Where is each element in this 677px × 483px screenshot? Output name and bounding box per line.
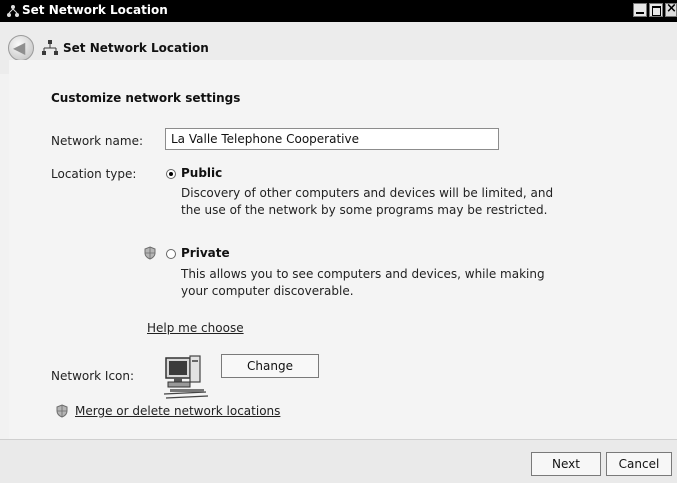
- public-option-title: Public: [181, 166, 223, 180]
- private-desc-line-1: This allows you to see computers and dev…: [181, 267, 545, 281]
- network-name-input[interactable]: [165, 128, 499, 150]
- set-network-location-window: Set Network Location × ◀ Set Network Loc…: [0, 0, 677, 483]
- close-icon: ×: [666, 1, 677, 16]
- section-heading: Customize network settings: [51, 91, 241, 105]
- merge-delete-locations-link[interactable]: Merge or delete network locations: [75, 404, 280, 418]
- private-desc-line-2: your computer discoverable.: [181, 284, 354, 298]
- public-radio[interactable]: [166, 169, 176, 179]
- content-panel: Customize network settings Network name:…: [9, 60, 677, 439]
- location-type-label: Location type:: [51, 167, 137, 181]
- network-icon: [42, 40, 58, 55]
- window-controls: ×: [633, 1, 677, 19]
- title-bar[interactable]: Set Network Location ×: [0, 0, 677, 22]
- network-icon-label: Network Icon:: [51, 369, 135, 383]
- shield-icon: [144, 246, 156, 260]
- network-icon: [7, 5, 19, 17]
- wizard-title: Set Network Location: [63, 41, 209, 55]
- shield-icon: [56, 404, 68, 418]
- private-option-description: This allows you to see computers and dev…: [181, 266, 561, 300]
- back-button[interactable]: ◀: [8, 35, 34, 61]
- private-option-title: Private: [181, 246, 230, 260]
- network-name-label: Network name:: [51, 134, 143, 148]
- change-icon-button[interactable]: Change: [221, 354, 319, 378]
- help-me-choose-link[interactable]: Help me choose: [147, 321, 244, 335]
- minimize-button[interactable]: [633, 3, 647, 17]
- minimize-icon: [636, 12, 644, 14]
- public-option-description: Discovery of other computers and devices…: [181, 185, 561, 219]
- footer-bar: Next Cancel: [0, 439, 677, 483]
- maximize-button[interactable]: [649, 3, 663, 17]
- private-radio[interactable]: [166, 249, 176, 259]
- public-desc-line-2: the use of the network by some programs …: [181, 203, 548, 217]
- cancel-button[interactable]: Cancel: [606, 452, 672, 476]
- close-button[interactable]: ×: [665, 1, 677, 17]
- window-title: Set Network Location: [22, 3, 168, 17]
- arrow-left-icon: ◀: [13, 38, 26, 57]
- next-button[interactable]: Next: [531, 452, 601, 476]
- maximize-icon: [652, 6, 661, 16]
- computer-network-icon: [163, 355, 209, 399]
- public-desc-line-1: Discovery of other computers and devices…: [181, 186, 554, 200]
